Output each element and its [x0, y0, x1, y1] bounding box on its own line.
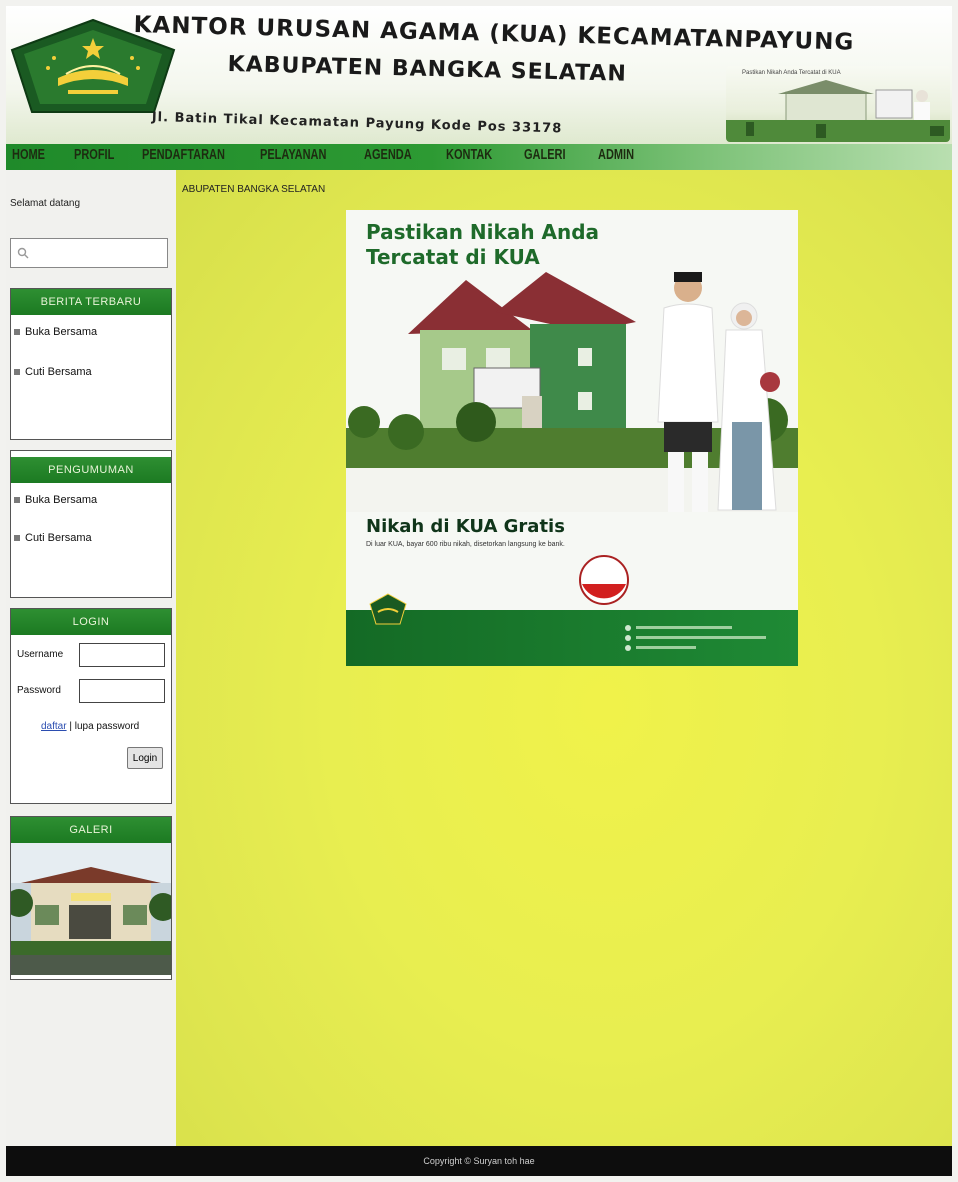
login-panel: LOGIN Username Password daftar | lupa pa…	[10, 608, 172, 804]
login-form: Username Password daftar | lupa password…	[11, 635, 171, 769]
stamp-logo	[579, 555, 629, 605]
login-button[interactable]: Login	[127, 747, 163, 769]
news-item-label: Buka Bersama	[25, 326, 98, 338]
news-item[interactable]: Cuti Bersama	[11, 361, 171, 383]
announcement-item[interactable]: Cuti Bersama	[11, 527, 171, 549]
sidebar: Selamat datang BERITA TERBARU Buka Bersa…	[6, 170, 176, 1146]
bullet-icon	[14, 369, 20, 375]
latest-news-panel: BERITA TERBARU Buka Bersama Cuti Bersama	[10, 288, 172, 440]
copyright-text: Copyright © Suryan toh hae	[423, 1156, 535, 1166]
site-title-line-1: KANTOR URUSAN AGAMA (KUA) KECAMATANPAYUN…	[133, 12, 855, 56]
bullet-icon	[14, 329, 20, 335]
main-navigation: HOME PROFIL PENDAFTARAN PELAYANAN AGENDA…	[6, 144, 952, 170]
search-input[interactable]	[10, 238, 168, 268]
announcement-item[interactable]: Buka Bersama	[11, 489, 171, 511]
announcements-title: PENGUMUMAN	[11, 457, 171, 483]
main-content: ABUPATEN BANGKA SELATAN Pastikan Nikah A…	[176, 170, 952, 1146]
welcome-text: Selamat datang	[10, 198, 81, 209]
nav-item-pelayanan[interactable]: PELAYANAN	[260, 147, 326, 163]
site-title-line-2: KABUPATEN BANGKA SELATAN	[227, 52, 628, 87]
forgot-password-link[interactable]: lupa password	[75, 721, 139, 732]
password-field[interactable]	[79, 679, 165, 703]
page: KANTOR URUSAN AGAMA (KUA) KECAMATANPAYUN…	[6, 6, 952, 1176]
nav-item-admin[interactable]: ADMIN	[598, 147, 634, 163]
username-field[interactable]	[79, 643, 165, 667]
search-icon	[17, 247, 29, 259]
login-links: daftar | lupa password	[41, 721, 139, 732]
poster-text: Di luar KUA, bayar 600 ribu nikah, diset…	[366, 541, 565, 548]
nav-item-home[interactable]: HOME	[12, 147, 45, 163]
site-address: Jl. Batin Tikal Kecamatan Payung Kode Po…	[151, 110, 563, 137]
nav-item-agenda[interactable]: AGENDA	[364, 147, 412, 163]
poster-illustration	[346, 272, 798, 512]
nav-item-profil[interactable]: PROFIL	[74, 147, 114, 163]
gallery-title: GALERI	[11, 817, 171, 843]
nav-item-galeri[interactable]: GALERI	[524, 147, 566, 163]
site-header: KANTOR URUSAN AGAMA (KUA) KECAMATANPAYUN…	[6, 6, 952, 144]
password-label: Password	[17, 685, 61, 696]
announcement-item-label: Buka Bersama	[25, 494, 98, 506]
nav-item-kontak[interactable]: KONTAK	[446, 147, 492, 163]
poster-heading: Nikah di KUA Gratis	[366, 516, 565, 537]
latest-news-title: BERITA TERBARU	[11, 289, 171, 315]
gallery-image[interactable]	[11, 843, 171, 975]
poster-title: Pastikan Nikah Anda Tercatat di KUA	[366, 220, 600, 269]
news-item[interactable]: Buka Bersama	[11, 321, 171, 343]
site-footer: Copyright © Suryan toh hae	[6, 1146, 952, 1176]
link-separator: |	[69, 721, 72, 732]
announcement-item-label: Cuti Bersama	[25, 532, 92, 544]
news-item-label: Cuti Bersama	[25, 366, 92, 378]
register-link[interactable]: daftar	[41, 721, 67, 732]
breadcrumb: ABUPATEN BANGKA SELATAN	[182, 184, 326, 195]
nav-item-pendaftaran[interactable]: PENDAFTARAN	[142, 147, 225, 163]
gallery-panel: GALERI	[10, 816, 172, 980]
header-banner-photo: Pastikan Nikah Anda Tercatat di KUA	[726, 66, 950, 142]
promo-poster: Pastikan Nikah Anda Tercatat di KUA Nika…	[346, 210, 798, 666]
bullet-icon	[14, 497, 20, 503]
username-label: Username	[17, 649, 64, 660]
login-title: LOGIN	[11, 609, 171, 635]
announcements-panel: PENGUMUMAN Buka Bersama Cuti Bersama	[10, 450, 172, 598]
kemenag-logo-small	[369, 593, 407, 625]
poster-footer	[346, 593, 798, 666]
bullet-icon	[14, 535, 20, 541]
contact-icons	[625, 625, 766, 651]
